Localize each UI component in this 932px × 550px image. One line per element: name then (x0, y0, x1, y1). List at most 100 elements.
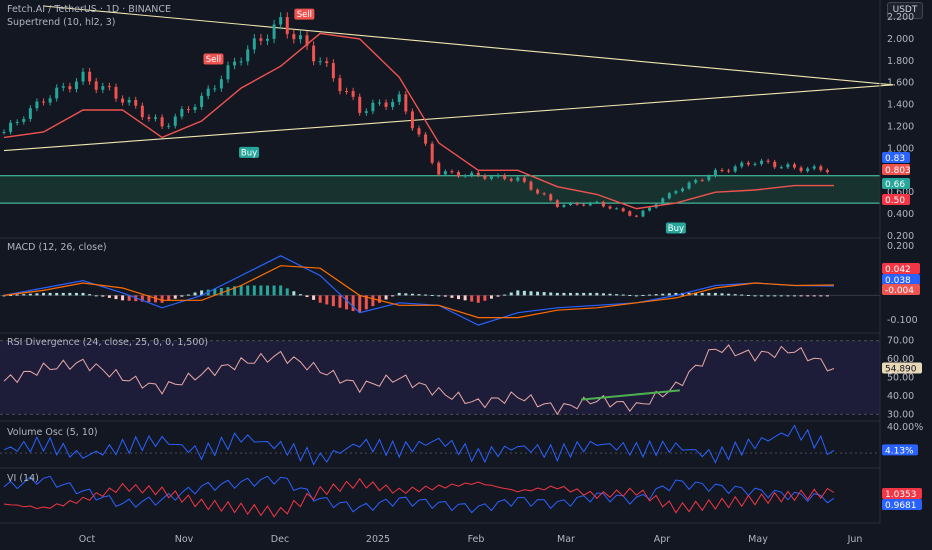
signal-label: Buy (668, 224, 684, 234)
macd-histogram-bar (186, 294, 190, 296)
candle-body (298, 35, 302, 40)
macd-histogram-bar (786, 295, 790, 297)
macd-histogram-bar (351, 295, 355, 312)
macd-histogram-bar (760, 295, 764, 297)
candle-body (483, 175, 487, 179)
volume-osc-pane[interactable]: 40.00% 4.13% (0, 422, 923, 466)
macd-histogram-bar (424, 294, 428, 296)
candle-body (127, 99, 131, 103)
macd-histogram-bar (503, 294, 507, 296)
candle-body (404, 94, 408, 112)
candle-body (463, 175, 467, 177)
macd-histogram-bar (101, 295, 105, 297)
candle-body (582, 204, 586, 206)
candle-body (9, 122, 13, 132)
macd-title: MACD (12, 26, close) (7, 242, 107, 253)
macd-histogram-bar (292, 291, 296, 296)
candle-body (766, 160, 770, 162)
candle-body (773, 161, 777, 168)
macd-histogram-bar (345, 295, 349, 310)
macd-histogram-bar (536, 291, 540, 296)
candle-body (588, 202, 592, 206)
candle-body (22, 119, 26, 122)
candle-body (88, 71, 92, 82)
macd-histogram-bar (259, 285, 263, 296)
candle-body (569, 203, 573, 205)
macd-histogram-bar (773, 295, 777, 297)
candle-body (107, 86, 111, 88)
rsi-tick-label: 70.00 (887, 336, 914, 347)
macd-histogram-bar (628, 294, 632, 296)
macd-histogram-bar (358, 295, 362, 313)
macd-histogram-bar (285, 288, 289, 296)
candle-body (371, 102, 375, 112)
price-tick-label: 1.200 (887, 121, 914, 132)
x-axis-label: Jun (847, 534, 863, 545)
candle-body (825, 170, 829, 173)
candle-body (799, 167, 803, 172)
macd-histogram-bar (779, 295, 783, 297)
macd-histogram-bar (555, 292, 559, 296)
candle-body (259, 38, 263, 41)
candle-body (94, 81, 98, 90)
candle-body (180, 109, 184, 117)
macd-histogram-bar (753, 295, 757, 297)
signal-label: Sell (297, 10, 312, 20)
candle-body (674, 191, 678, 194)
candle-body (410, 111, 414, 129)
macd-histogram-bar (713, 292, 717, 296)
candle-body (713, 169, 717, 177)
vi-minus-line (3, 477, 835, 518)
candle-body (377, 102, 381, 104)
macd-histogram-bar (193, 292, 197, 296)
candle-body (608, 206, 612, 209)
macd-histogram-bar (443, 295, 447, 297)
macd-histogram-bar (740, 294, 744, 296)
candle-body (246, 49, 250, 62)
price-tag-label: 0.803 (885, 166, 911, 176)
macd-histogram-bar (28, 293, 32, 296)
vi-pane[interactable]: 1.03530.9681 (3, 475, 922, 518)
macd-histogram-bar (430, 294, 434, 296)
candle-body (430, 143, 434, 163)
price-pane[interactable]: 2.2002.0001.8001.6001.4001.2001.0000.600… (0, 5, 914, 242)
candle-body (687, 182, 691, 189)
candle-body (292, 34, 296, 40)
candle-body (134, 99, 138, 106)
candle-body (351, 91, 355, 97)
candle-body (252, 38, 256, 50)
macd-histogram-bar (700, 292, 704, 296)
candle-body (733, 166, 737, 172)
macd-histogram-bar (55, 292, 59, 296)
x-axis-label: Nov (175, 534, 194, 545)
rsi-tick-label: 40.00 (887, 391, 914, 402)
macd-histogram-bar (74, 292, 78, 296)
candle-body (779, 167, 783, 169)
rsi-pane[interactable]: 70.0060.0050.0040.0030.0054.890 (0, 336, 922, 421)
candle-body (167, 125, 171, 127)
chart-svg[interactable]: 2.2002.0001.8001.6001.4001.2001.0000.600… (0, 0, 932, 550)
macd-histogram-bar (720, 293, 724, 296)
macd-histogram-bar (463, 295, 467, 301)
macd-histogram-bar (654, 294, 658, 296)
candle-body (61, 86, 65, 88)
macd-pane[interactable]: 0.200-0.1000.0420.038-0.004 (0, 241, 920, 326)
macd-histogram-bar (68, 292, 72, 296)
macd-histogram-bar (542, 292, 546, 296)
candle-body (562, 204, 566, 207)
candle-body (312, 45, 316, 62)
macd-histogram-bar (42, 292, 46, 296)
macd-histogram-bar (509, 292, 513, 296)
macd-histogram-bar (608, 293, 612, 296)
candle-body (819, 166, 823, 171)
rsi-value-label: 54.890 (885, 364, 917, 374)
candle-body (516, 177, 520, 181)
indicator-label: Supertrend (10, hl2, 3) (7, 17, 116, 28)
macd-histogram-bar (733, 294, 737, 296)
macd-histogram-bar (384, 295, 388, 300)
candle-body (81, 71, 85, 82)
candle-body (746, 162, 750, 165)
macd-value-label: -0.004 (885, 286, 914, 296)
macd-histogram-bar (246, 285, 250, 296)
candle-body (200, 95, 204, 107)
